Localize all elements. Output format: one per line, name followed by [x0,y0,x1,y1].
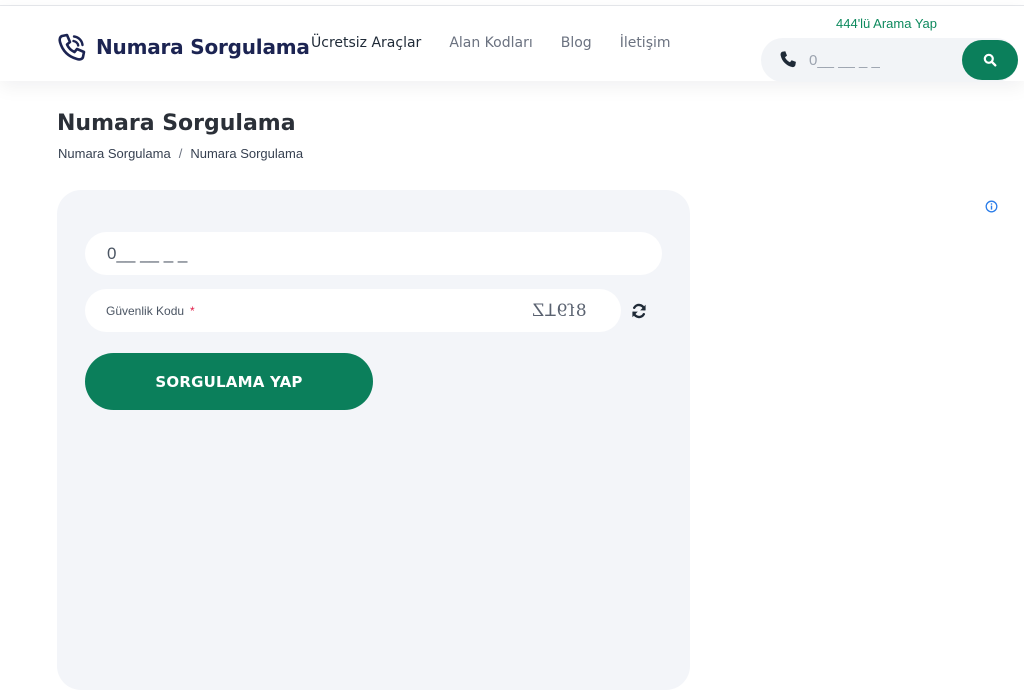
call-444-link[interactable]: 444'lü Arama Yap [836,16,937,31]
query-form-card: Güvenlik Kodu * 8ſ9ꓕZ SORGULAMA YAP [57,190,690,690]
captcha-refresh-button[interactable] [629,301,649,321]
search-icon [983,53,997,67]
nav-item-alan-kodlari[interactable]: Alan Kodları [449,35,532,51]
main-nav: Ücretsiz Araçlar Alan Kodları Blog İleti… [311,35,671,51]
phone-icon [780,51,796,68]
nav-item-blog[interactable]: Blog [561,35,592,51]
captcha-image: 8ſ9ꓕZ [531,301,587,321]
phone-call-icon [58,33,86,61]
captcha-label-text: Güvenlik Kodu [106,304,185,318]
nav-item-iletisim[interactable]: İletişim [620,35,671,51]
captcha-label: Güvenlik Kodu * [106,304,195,318]
phone-number-input[interactable] [107,241,627,267]
site-logo[interactable]: Numara Sorgulama [56,32,310,62]
breadcrumb-home[interactable]: Numara Sorgulama [58,146,171,161]
required-mark: * [190,304,195,318]
breadcrumb-separator: / [178,146,183,161]
nav-item-ucretsiz-araclar[interactable]: Ücretsiz Araçlar [311,35,421,51]
breadcrumb: Numara Sorgulama / Numara Sorgulama [58,146,303,161]
site-header: Numara Sorgulama Ücretsiz Araçlar Alan K… [0,6,1024,82]
captcha-input[interactable] [235,298,505,324]
logo-text: Numara Sorgulama [96,35,310,59]
breadcrumb-current: Numara Sorgulama [190,146,304,161]
page-title: Numara Sorgulama [57,111,296,136]
submit-query-button[interactable]: SORGULAMA YAP [85,353,373,410]
header-phone-input[interactable] [809,48,949,72]
header-search-button[interactable] [962,40,1018,80]
captcha-field: Güvenlik Kodu * 8ſ9ꓕZ [85,289,621,332]
phone-field [85,232,662,275]
refresh-icon [632,303,646,319]
header-search [761,38,1018,82]
info-icon[interactable] [985,200,998,213]
